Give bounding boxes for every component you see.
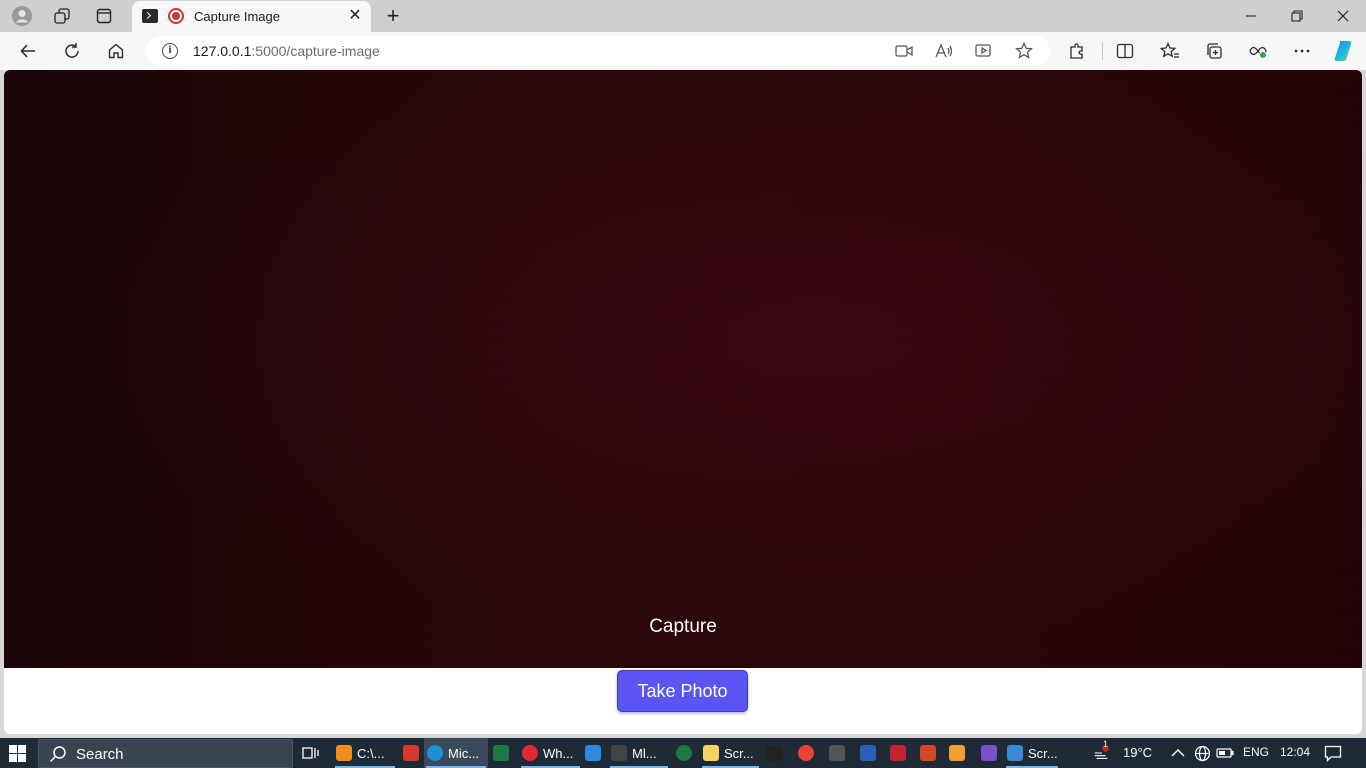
word-icon xyxy=(860,745,876,761)
home-icon[interactable] xyxy=(102,38,130,64)
language-indicator[interactable]: ENG xyxy=(1243,745,1269,759)
taskbar-app-app-grid[interactable] xyxy=(400,738,426,768)
edge-icon xyxy=(427,745,443,761)
taskbar-app-vs[interactable] xyxy=(978,738,1004,768)
favorites-icon[interactable] xyxy=(1156,38,1184,64)
app-grid-icon xyxy=(403,745,419,761)
tab-capture-image[interactable]: Capture Image ✕ xyxy=(132,1,371,32)
taskbar-app-label: Scr... xyxy=(1028,745,1058,761)
restore-button[interactable] xyxy=(1274,0,1320,32)
immersive-reader-icon[interactable] xyxy=(974,42,994,60)
7zip-icon xyxy=(766,745,782,761)
game-icon xyxy=(890,745,906,761)
camera-permission-icon[interactable] xyxy=(894,42,914,60)
weather-temperature[interactable]: 19°C xyxy=(1123,745,1152,760)
taskbar-app-label: Ml... xyxy=(632,745,657,761)
tab-title: Capture Image xyxy=(194,9,280,24)
search-icon xyxy=(49,746,66,763)
minimize-button[interactable] xyxy=(1228,0,1274,32)
close-icon[interactable]: ✕ xyxy=(346,7,364,25)
taskbar-app-git[interactable] xyxy=(946,738,972,768)
screenshot-icon xyxy=(1007,745,1023,761)
site-info-icon[interactable]: i xyxy=(162,43,178,59)
capture-label: Capture xyxy=(649,616,717,637)
recording-icon xyxy=(168,8,184,24)
taskbar-app-screenshot[interactable]: Scr... xyxy=(1004,738,1060,768)
taskbar-app-mail[interactable] xyxy=(582,738,608,768)
url-path: :5000/capture-image xyxy=(251,43,380,59)
take-photo-button[interactable]: Take Photo xyxy=(617,670,748,712)
opera-icon xyxy=(522,745,538,761)
url-host: 127.0.0.1 xyxy=(193,43,252,59)
spinner-icon xyxy=(676,745,692,761)
terminal-favicon-icon xyxy=(142,9,158,23)
taskbar-app-terminal[interactable]: Ml... xyxy=(608,738,670,768)
page-content: Capture Take Photo xyxy=(4,70,1362,734)
taskbar-app-opera[interactable]: Wh... xyxy=(519,738,582,768)
close-window-button[interactable] xyxy=(1320,0,1366,32)
taskbar-search-box[interactable]: Search xyxy=(38,739,293,768)
refresh-icon[interactable] xyxy=(58,38,86,64)
taskbar-app-chrome[interactable] xyxy=(795,738,821,768)
workspaces-icon[interactable] xyxy=(48,4,76,28)
taskbar-app-label: C:\... xyxy=(357,745,385,761)
terminal-icon xyxy=(611,745,627,761)
taskbar-app-keyboard[interactable] xyxy=(826,738,852,768)
split-screen-icon[interactable] xyxy=(1111,38,1139,64)
taskbar-app-game[interactable] xyxy=(887,738,913,768)
taskbar-app-label: Scr... xyxy=(724,745,754,761)
notifications-icon[interactable] xyxy=(1324,744,1342,762)
browser-essentials-icon[interactable] xyxy=(1244,38,1272,64)
vertical-tabs-icon[interactable] xyxy=(90,4,118,28)
taskbar-app-spinner[interactable] xyxy=(673,738,697,768)
taskbar-app-7zip[interactable] xyxy=(763,738,789,768)
toolbar-divider xyxy=(1102,42,1103,60)
read-aloud-icon[interactable] xyxy=(934,42,954,60)
battery-icon[interactable] xyxy=(1216,744,1234,762)
task-view-icon[interactable] xyxy=(302,738,324,768)
copilot-icon[interactable] xyxy=(1330,38,1358,64)
tab-strip: Capture Image ✕ + xyxy=(0,0,1366,32)
network-globe-icon[interactable] xyxy=(1193,744,1211,762)
taskbar-app-sublime[interactable]: C:\... xyxy=(333,738,397,768)
keyboard-icon xyxy=(829,745,845,761)
sublime-icon xyxy=(336,745,352,761)
clock[interactable]: 12:04 xyxy=(1280,745,1310,759)
weather-icon[interactable] xyxy=(1093,744,1111,762)
back-icon[interactable] xyxy=(14,38,42,64)
taskbar-app-label: Wh... xyxy=(543,745,574,761)
windows-taskbar: Search C:\... Mic... Wh... Ml... Scr... Scr..… xyxy=(0,738,1366,768)
notes-icon xyxy=(703,745,719,761)
browser-toolbar: i 127.0.0.1:5000/capture-image xyxy=(0,32,1366,70)
vs-icon xyxy=(981,745,997,761)
taskbar-app-word[interactable] xyxy=(857,738,883,768)
address-bar[interactable]: i 127.0.0.1:5000/capture-image xyxy=(146,36,1050,66)
taskbar-app-label: Mic... xyxy=(448,745,480,761)
taskbar-app-excel[interactable] xyxy=(490,738,516,768)
powerpoint-icon xyxy=(920,745,936,761)
windows-start-icon[interactable] xyxy=(9,745,26,762)
git-icon xyxy=(949,745,965,761)
favorite-star-icon[interactable] xyxy=(1014,42,1034,60)
chevron-up-icon[interactable] xyxy=(1169,744,1187,762)
collections-icon[interactable] xyxy=(1200,38,1228,64)
taskbar-app-notes[interactable]: Scr... xyxy=(700,738,761,768)
extensions-icon[interactable] xyxy=(1063,38,1091,64)
taskbar-app-powerpoint[interactable] xyxy=(917,738,943,768)
more-icon[interactable] xyxy=(1288,38,1316,64)
mail-icon xyxy=(585,745,601,761)
camera-video-feed: Capture xyxy=(4,70,1362,668)
excel-icon xyxy=(493,745,509,761)
url-text[interactable]: 127.0.0.1:5000/capture-image xyxy=(193,43,380,59)
new-tab-button[interactable]: + xyxy=(380,3,406,29)
search-label: Search xyxy=(76,746,124,763)
profile-icon[interactable] xyxy=(8,4,36,28)
chrome-icon xyxy=(798,745,814,761)
taskbar-app-edge[interactable]: Mic... xyxy=(424,738,488,768)
weather-badge: 1 xyxy=(1103,739,1109,749)
